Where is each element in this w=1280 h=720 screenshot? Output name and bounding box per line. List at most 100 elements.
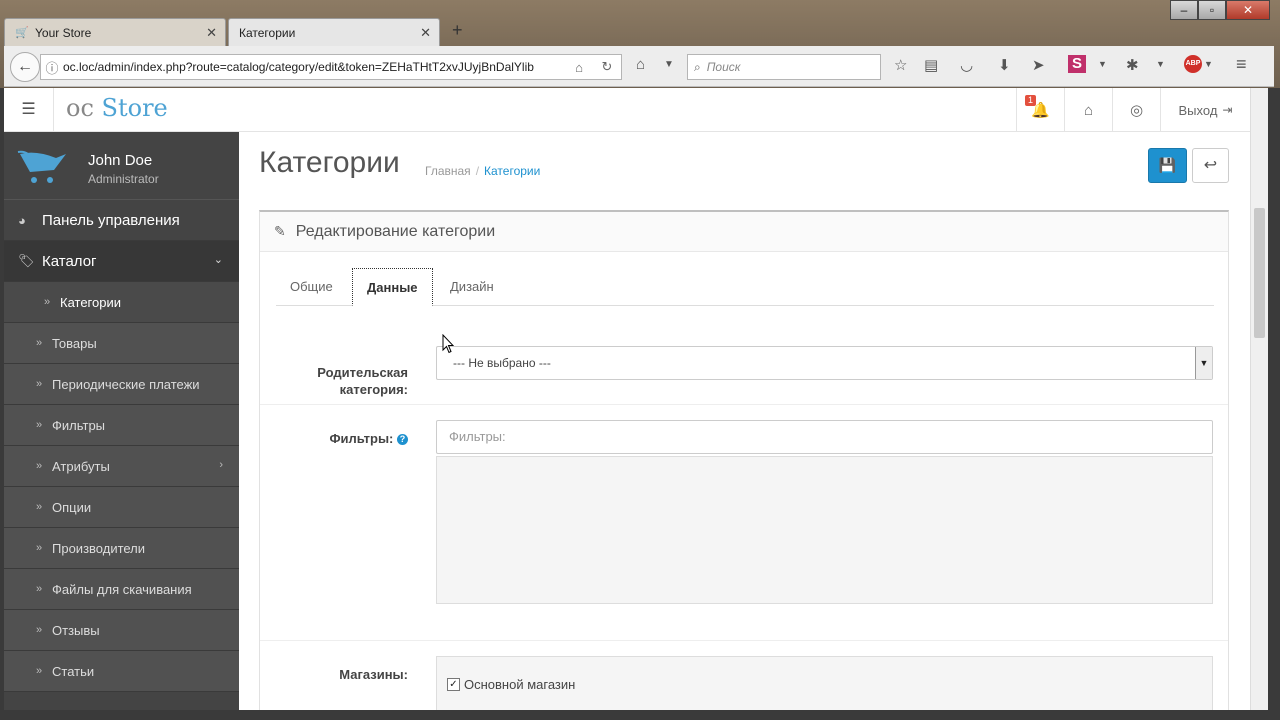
save-button[interactable]: 💾 [1148, 148, 1187, 183]
label-line: Родительская [317, 365, 408, 380]
logo[interactable]: oc Store [66, 94, 168, 122]
dropdown-arrow-icon[interactable]: ▼ [1156, 59, 1165, 69]
notification-badge: 1 [1025, 95, 1037, 106]
sidebar-item-catalog[interactable]: 🏷 Каталог ⌄ [4, 241, 239, 282]
url-text[interactable]: oc.loc/admin/index.php?route=catalog/cat… [63, 60, 565, 74]
browser-tab-categories[interactable]: Категории ✕ [228, 18, 440, 46]
send-icon[interactable]: ➤ [1032, 56, 1045, 74]
search-input[interactable]: ⌕ Поиск [687, 54, 881, 80]
hamburger-menu-icon[interactable]: ≡ [1236, 54, 1247, 75]
logo-prefix: oc [66, 94, 94, 122]
download-icon[interactable]: ⬇ [998, 56, 1011, 74]
select-arrow-icon[interactable]: ▼ [1195, 347, 1212, 379]
browser-tab-label: Your Store [35, 25, 92, 40]
dashboard-icon: ◕ [18, 212, 26, 228]
filters-list [436, 456, 1213, 604]
double-angle-right-icon: » [36, 419, 43, 431]
sidebar-item-products[interactable]: » Товары [4, 323, 239, 364]
sidebar-item-filters[interactable]: » Фильтры [4, 405, 239, 446]
help-icon[interactable]: ? [397, 434, 408, 445]
page-scrollbar[interactable] [1250, 88, 1268, 710]
sidebar-item-downloads[interactable]: » Файлы для скачивания [4, 569, 239, 610]
back-button[interactable]: ↩ [1192, 148, 1229, 183]
maximize-icon[interactable]: ▫ [1198, 0, 1226, 20]
store-default-label: Основной магазин [464, 677, 576, 692]
minimize-icon[interactable]: – [1170, 0, 1198, 20]
back-arrow-icon[interactable]: ← [10, 52, 40, 82]
store-home-button[interactable]: ⌂ [1064, 88, 1112, 132]
sidebar-item-categories[interactable]: » Категории [4, 282, 239, 323]
sidebar-item-recurring[interactable]: » Периодические платежи [4, 364, 239, 405]
window-controls: – ▫ ✕ [1170, 0, 1270, 20]
user-role: Administrator [88, 172, 159, 186]
tab-design[interactable]: Дизайн [436, 268, 508, 306]
floppy-disk-icon: 💾 [1158, 157, 1177, 173]
reading-list-icon[interactable]: ▤ [924, 56, 938, 74]
tab-close-icon[interactable]: ✕ [206, 25, 217, 41]
tab-data[interactable]: Данные [352, 268, 433, 306]
new-tab-icon[interactable]: + [452, 20, 463, 41]
form-tabs: Общие Данные Дизайн [276, 268, 1214, 306]
user-profile[interactable]: John Doe Administrator [4, 132, 239, 200]
breadcrumb: Главная / Категории [425, 164, 540, 178]
sidebar-item-label: Панель управления [42, 211, 180, 229]
breadcrumb-current[interactable]: Категории [484, 164, 540, 178]
double-angle-right-icon: » [36, 460, 43, 472]
logout-button[interactable]: Выход ⇥ [1160, 88, 1250, 132]
extension-icon[interactable]: ✱ [1126, 56, 1139, 74]
sidebar-item-dashboard[interactable]: ◕ Панель управления [4, 200, 239, 241]
lifebuoy-icon: ◎ [1129, 102, 1144, 119]
breadcrumb-home[interactable]: Главная [425, 164, 471, 178]
app-header: ☰ oc Store 1 🔔 ⌂ ◎ Выход ⇥ [4, 88, 1250, 132]
info-icon[interactable]: ⓘ [41, 58, 63, 77]
browser-tab-label: Категории [239, 25, 296, 40]
dropdown-arrow-icon[interactable]: ▼ [1204, 59, 1213, 69]
search-icon: ⌕ [694, 59, 701, 74]
parent-category-select[interactable]: --- Не выбрано --- ▼ [436, 346, 1213, 380]
filters-row: Фильтры: ? Фильтры: [260, 405, 1228, 641]
notifications-button[interactable]: 1 🔔 [1016, 88, 1064, 132]
sidebar-item-reviews[interactable]: » Отзывы [4, 610, 239, 651]
window-close-icon[interactable]: ✕ [1226, 0, 1270, 20]
s-extension-icon[interactable]: S [1068, 55, 1086, 73]
page-title: Категории [259, 146, 400, 179]
pocket-icon[interactable]: ◡ [960, 56, 973, 74]
tab-general[interactable]: Общие [276, 268, 347, 306]
scrollbar-thumb[interactable] [1254, 208, 1265, 338]
dropdown-arrow-icon[interactable]: ▼ [1098, 59, 1107, 69]
checkbox-checked-icon[interactable]: ✓ [447, 678, 460, 691]
browser-tab-your-store[interactable]: 🛒 Your Store ✕ [4, 18, 226, 46]
double-angle-right-icon: » [36, 378, 43, 390]
edit-category-panel: ✎ Редактирование категории Общие Данные … [259, 210, 1229, 710]
help-button[interactable]: ◎ [1112, 88, 1160, 132]
sidebar-toggle-icon[interactable]: ☰ [4, 88, 54, 132]
home-bookmark-icon[interactable]: ⌂ [565, 60, 593, 75]
sidebar-item-options[interactable]: » Опции [4, 487, 239, 528]
stores-list: ✓ Основной магазин [436, 656, 1213, 710]
panel-heading: ✎ Редактирование категории [260, 212, 1228, 252]
home-icon[interactable]: ⌂ [636, 56, 645, 73]
browser-tabstrip: 🛒 Your Store ✕ Категории ✕ + [4, 18, 1274, 46]
reload-icon[interactable]: ↻ [593, 59, 621, 75]
dropdown-arrow-icon[interactable]: ▼ [664, 59, 674, 70]
home-icon: ⌂ [1083, 101, 1094, 119]
mouse-cursor-icon [442, 334, 454, 354]
sidebar-item-attributes[interactable]: » Атрибуты › [4, 446, 239, 487]
tab-close-icon[interactable]: ✕ [420, 25, 431, 41]
sidebar-item-manufacturers[interactable]: » Производители [4, 528, 239, 569]
double-angle-right-icon: » [44, 296, 51, 308]
bookmark-star-icon[interactable]: ☆ [894, 56, 907, 74]
browser-window-frame: – ▫ ✕ 🛒 Your Store ✕ Категории ✕ + ← ⓘ o… [0, 0, 1280, 88]
sign-out-icon: ⇥ [1222, 103, 1233, 117]
logout-label: Выход [1178, 102, 1218, 118]
adblock-icon[interactable]: ABP [1184, 55, 1202, 73]
filters-input[interactable]: Фильтры: [436, 420, 1213, 454]
reply-arrow-icon: ↩ [1203, 157, 1218, 174]
sidebar-item-articles[interactable]: » Статьи [4, 651, 239, 692]
stores-row: Магазины: ✓ Основной магазин [260, 641, 1228, 710]
sidebar-item-label: Отзывы [52, 622, 100, 638]
address-bar[interactable]: ⓘ oc.loc/admin/index.php?route=catalog/c… [40, 54, 622, 80]
sidebar-item-label: Производители [52, 540, 146, 556]
double-angle-right-icon: » [36, 501, 43, 513]
store-default-checkbox[interactable]: ✓ Основной магазин [447, 677, 575, 692]
